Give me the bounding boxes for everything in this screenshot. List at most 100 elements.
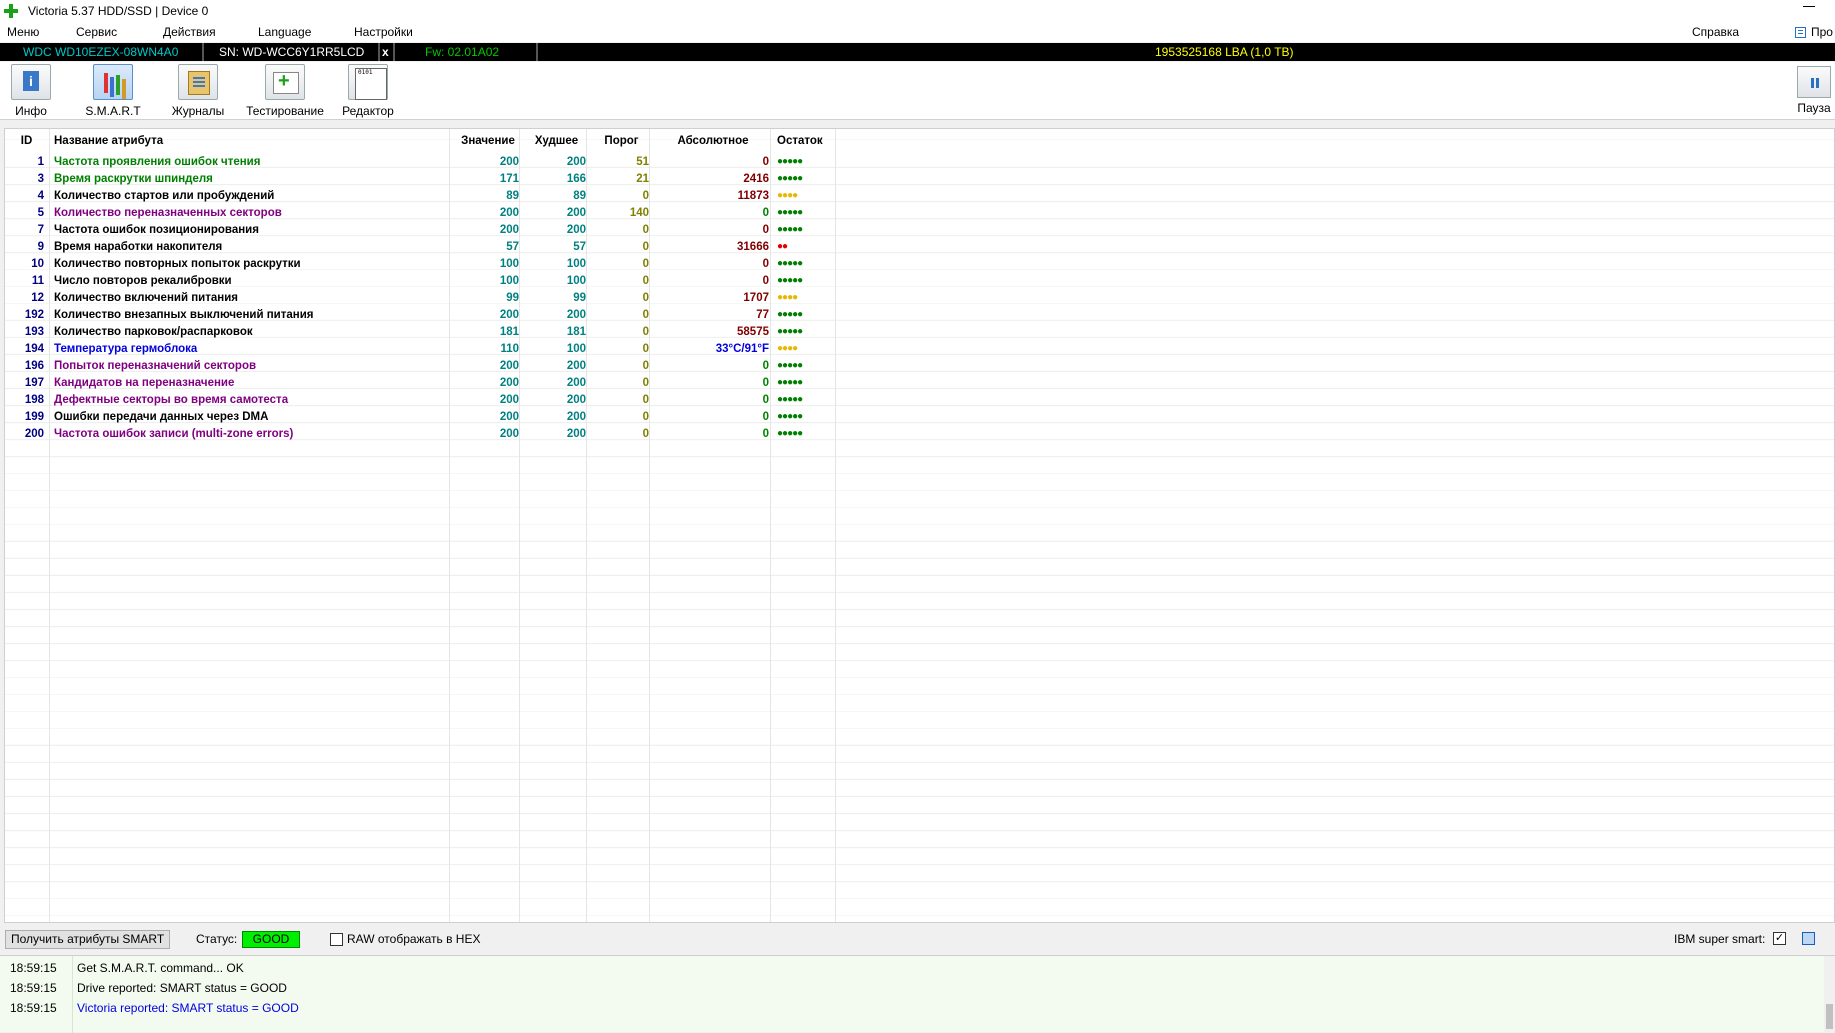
attr-health: ●●●●● (773, 425, 839, 442)
ibm-super-smart-checkbox[interactable]: ✓ (1773, 932, 1786, 945)
info-button[interactable]: Инфо (10, 64, 52, 118)
menu-settings[interactable]: Настройки (354, 25, 413, 39)
table-row[interactable]: 198 Дефектные секторы во время самотеста 2… (5, 391, 839, 408)
table-row[interactable]: 194 Температура гермоблока 110 100 0 33°C/91°… (5, 340, 839, 357)
log-time: 18:59:15 (10, 1001, 57, 1015)
logs-button[interactable]: Журналы (170, 64, 226, 118)
header-worst[interactable]: Худшее (523, 129, 590, 153)
header-raw[interactable]: Абсолютное (653, 129, 773, 153)
log-scrollbar[interactable] (1824, 956, 1835, 1033)
table-row[interactable]: 5 Количество переназначенных секторов 200 2… (5, 204, 839, 221)
attr-id: 192 (5, 306, 50, 323)
attr-threshold: 0 (590, 187, 653, 204)
get-smart-button[interactable]: Получить атрибуты SMART (5, 930, 170, 949)
raw-hex-label: RAW отображать в HEX (347, 932, 480, 946)
window-title: Victoria 5.37 HDD/SSD | Device 0 (28, 4, 208, 18)
attr-name: Ошибки передачи данных через DMA (50, 408, 453, 425)
minimize-icon[interactable] (1803, 6, 1815, 7)
attr-raw: 11873 (653, 187, 773, 204)
menu-language[interactable]: Language (258, 25, 311, 39)
drive-close-button[interactable]: x (382, 45, 389, 59)
logs-icon (178, 64, 218, 100)
header-value[interactable]: Значение (453, 129, 523, 153)
attr-health: ●●●●● (773, 255, 839, 272)
drive-info-bar: WDC WD10EZEX-08WN4A0 SN: WD-WCC6Y1RR5LCD… (0, 43, 1835, 61)
menu-help[interactable]: Справка (1692, 25, 1739, 39)
attr-raw: 0 (653, 255, 773, 272)
attr-id: 200 (5, 425, 50, 442)
table-row[interactable]: 196 Попыток переназначений секторов 200 200… (5, 357, 839, 374)
attr-health: ●●●●● (773, 357, 839, 374)
attr-health: ●●●●● (773, 306, 839, 323)
table-row[interactable]: 12 Количество включений питания 99 99 0 1707 ●… (5, 289, 839, 306)
settings-square-icon[interactable] (1802, 932, 1815, 945)
attr-raw: 2416 (653, 170, 773, 187)
attr-name: Частота ошибок позиционирования (50, 221, 453, 238)
smart-table-area[interactable]: ID Название атрибута Значение Худшее Пор… (4, 128, 1835, 923)
menu-pro[interactable]: Про (1811, 25, 1833, 39)
attr-value: 99 (453, 289, 523, 306)
testing-button[interactable]: Тестирование (244, 64, 326, 118)
binary-editor-icon (348, 64, 388, 100)
table-row[interactable]: 4 Количество стартов или пробуждений 89 89 0… (5, 187, 839, 204)
smart-button[interactable]: S.M.A.R.T (84, 64, 142, 118)
header-name[interactable]: Название атрибута (50, 129, 453, 153)
attr-health: ●●●●● (773, 170, 839, 187)
drive-serial: SN: WD-WCC6Y1RR5LCD (219, 45, 364, 59)
table-row[interactable]: 197 Кандидатов на переназначение 200 200 0 0 ●… (5, 374, 839, 391)
attr-raw: 0 (653, 425, 773, 442)
attr-value: 171 (453, 170, 523, 187)
attr-threshold: 21 (590, 170, 653, 187)
table-row[interactable]: 11 Число повторов рекалибровки 100 100 0 0 ●●●… (5, 272, 839, 289)
log-row: 18:59:15 Drive reported: SMART status = … (0, 978, 1820, 998)
attr-worst: 200 (523, 408, 590, 425)
pause-button[interactable]: Пауза (1796, 66, 1832, 116)
table-row[interactable]: 1 Частота проявления ошибок чтения 200 200 5… (5, 153, 839, 170)
attr-name: Частота ошибок записи (multi-zone errors… (50, 425, 453, 442)
attr-value: 200 (453, 153, 523, 170)
attr-value: 100 (453, 272, 523, 289)
table-row[interactable]: 193 Количество парковок/распарковок 181 181… (5, 323, 839, 340)
header-health[interactable]: Остаток (773, 129, 839, 153)
drive-capacity: 1953525168 LBA (1,0 TB) (1155, 45, 1294, 59)
drive-model[interactable]: WDC WD10EZEX-08WN4A0 (23, 45, 178, 59)
attr-name: Попыток переназначений секторов (50, 357, 453, 374)
menu-actions[interactable]: Действия (163, 25, 216, 39)
table-row[interactable]: 10 Количество повторных попыток раскрутки… (5, 255, 839, 272)
attr-health: ●●●●● (773, 391, 839, 408)
info-icon (11, 64, 51, 100)
editor-button[interactable]: Редактор (340, 64, 396, 118)
header-threshold[interactable]: Порог (590, 129, 653, 153)
attr-worst: 181 (523, 323, 590, 340)
attr-id: 5 (5, 204, 50, 221)
table-row[interactable]: 199 Ошибки передачи данных через DMA 200 20… (5, 408, 839, 425)
table-row[interactable]: 3 Время раскрутки шпинделя 171 166 21 2416 ●●●… (5, 170, 839, 187)
attr-raw: 31666 (653, 238, 773, 255)
table-row[interactable]: 9 Время наработки накопителя 57 57 0 31666 ●● (5, 238, 839, 255)
logs-label: Журналы (170, 104, 226, 118)
table-row[interactable]: 7 Частота ошибок позиционирования 200 200 0 0… (5, 221, 839, 238)
menu-main[interactable]: Меню (7, 25, 39, 39)
log-panel[interactable]: 18:59:15 Get S.M.A.R.T. command... OK 18… (0, 955, 1835, 1032)
attr-name: Число повторов рекалибровки (50, 272, 453, 289)
attr-worst: 100 (523, 272, 590, 289)
attr-health: ●●●● (773, 187, 839, 204)
attr-worst: 200 (523, 425, 590, 442)
attr-id: 10 (5, 255, 50, 272)
header-id[interactable]: ID (5, 129, 50, 153)
menu-service[interactable]: Сервис (76, 25, 117, 39)
attr-raw: 33°C/91°F (653, 340, 773, 357)
table-row[interactable]: 200 Частота ошибок записи (multi-zone err… (5, 425, 839, 442)
attr-value: 110 (453, 340, 523, 357)
list-icon[interactable] (1795, 27, 1806, 38)
attr-name: Кандидатов на переназначение (50, 374, 453, 391)
attr-id: 12 (5, 289, 50, 306)
raw-hex-checkbox[interactable] (330, 933, 343, 946)
table-row[interactable]: 192 Количество внезапных выключений питан… (5, 306, 839, 323)
attr-threshold: 0 (590, 272, 653, 289)
attr-worst: 57 (523, 238, 590, 255)
smart-table: ID Название атрибута Значение Худшее Пор… (5, 129, 839, 442)
toolbar: Инфо S.M.A.R.T Журналы Тестирование Реда… (0, 62, 1835, 120)
attr-health: ●●●●● (773, 323, 839, 340)
attr-name: Количество включений питания (50, 289, 453, 306)
